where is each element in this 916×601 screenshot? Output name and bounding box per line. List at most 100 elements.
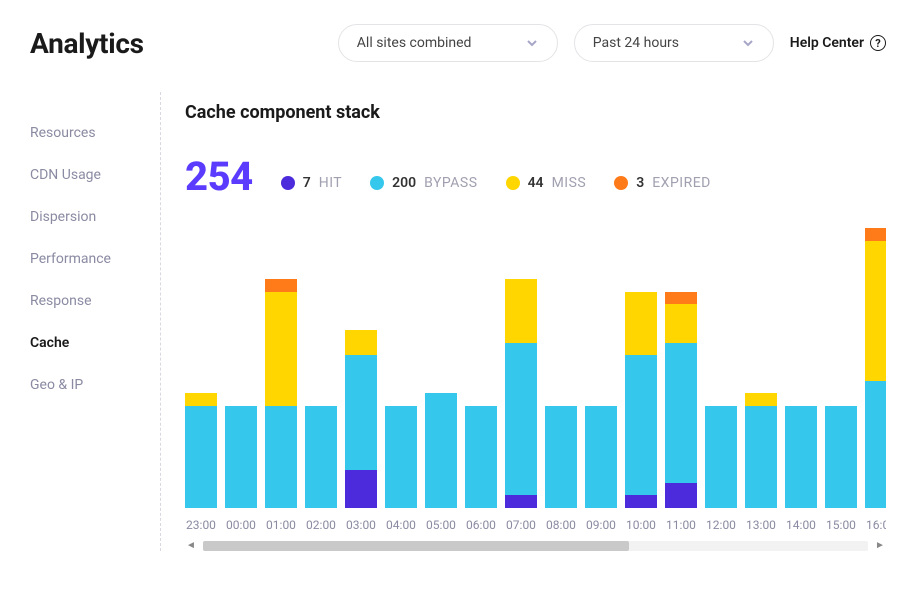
bar-segment-bypass xyxy=(745,406,777,508)
legend-item-miss: 44 MISS xyxy=(506,175,587,191)
xaxis-tick: 00:00 xyxy=(225,518,257,532)
bar-segment-bypass xyxy=(545,406,577,508)
legend-item-expired: 3 EXPIRED xyxy=(614,175,711,191)
help-center-link[interactable]: Help Center ? xyxy=(790,35,886,51)
bar xyxy=(425,393,457,508)
bar-segment-miss xyxy=(865,241,886,381)
legend-value: 7 xyxy=(303,175,311,191)
legend-label: HIT xyxy=(319,175,342,191)
bar xyxy=(625,292,657,508)
bar-segment-bypass xyxy=(825,406,857,508)
bar xyxy=(545,406,577,508)
legend-swatch xyxy=(614,176,628,190)
bar xyxy=(745,393,777,508)
sidebar-item-cache[interactable]: Cache xyxy=(30,322,160,364)
bar xyxy=(705,406,737,508)
bar-segment-bypass xyxy=(345,355,377,470)
bar-segment-bypass xyxy=(225,406,257,508)
chart-xaxis: 23:00 00:00 01:00 02:00 03:00 04:00 05:00 06:00… xyxy=(185,518,886,532)
bar xyxy=(185,393,217,508)
sidebar-item-dispersion[interactable]: Dispersion xyxy=(30,196,160,238)
xaxis-tick: 11:00 xyxy=(665,518,697,532)
bar-segment-bypass xyxy=(785,406,817,508)
legend-label: BYPASS xyxy=(424,175,477,191)
bar-segment-miss xyxy=(665,304,697,342)
scroll-left-icon[interactable]: ◄ xyxy=(185,540,197,551)
scrollbar-thumb[interactable] xyxy=(203,541,629,551)
bar-segment-bypass xyxy=(305,406,337,508)
bar-segment-miss xyxy=(345,330,377,355)
sidebar-item-performance[interactable]: Performance xyxy=(30,238,160,280)
legend-item-bypass: 200 BYPASS xyxy=(370,175,477,191)
bar-segment-miss xyxy=(185,393,217,406)
chart-scroll[interactable]: 23:00 00:00 01:00 02:00 03:00 04:00 05:00 06:00… xyxy=(185,228,886,532)
xaxis-tick: 09:00 xyxy=(585,518,617,532)
xaxis-tick: 06:00 xyxy=(465,518,497,532)
scroll-right-icon[interactable]: ► xyxy=(874,540,886,551)
legend-label: EXPIRED xyxy=(652,175,711,191)
bar-segment-expired xyxy=(665,292,697,305)
bar xyxy=(265,279,297,508)
bar xyxy=(305,406,337,508)
bar-segment-bypass xyxy=(465,406,497,508)
xaxis-tick: 02:00 xyxy=(305,518,337,532)
bar-segment-bypass xyxy=(265,406,297,508)
bar-segment-bypass xyxy=(625,355,657,495)
chart-plot xyxy=(185,228,886,508)
legend-value: 44 xyxy=(528,175,544,191)
page-title: Analytics xyxy=(30,27,144,60)
bar-segment-miss xyxy=(745,393,777,406)
xaxis-tick: 07:00 xyxy=(505,518,537,532)
bar xyxy=(505,279,537,508)
bar xyxy=(585,406,617,508)
xaxis-tick: 08:00 xyxy=(545,518,577,532)
sidebar-item-response[interactable]: Response xyxy=(30,280,160,322)
legend-label: MISS xyxy=(552,175,587,191)
chevron-down-icon xyxy=(525,36,539,50)
help-icon: ? xyxy=(870,35,886,51)
bar xyxy=(825,406,857,508)
xaxis-tick: 23:00 xyxy=(185,518,217,532)
xaxis-tick: 15:00 xyxy=(825,518,857,532)
chart-legend: 7 HIT 200 BYPASS 44 MISS 3 EXPIRED xyxy=(281,175,711,191)
bar xyxy=(225,406,257,508)
xaxis-tick: 12:00 xyxy=(705,518,737,532)
help-center-label: Help Center xyxy=(790,35,864,51)
chart-title: Cache component stack xyxy=(185,102,886,123)
chart-total: 254 xyxy=(185,153,253,200)
bar xyxy=(385,406,417,508)
bar xyxy=(785,406,817,508)
scrollbar-track[interactable] xyxy=(203,541,868,551)
sidebar-item-cdn-usage[interactable]: CDN Usage xyxy=(30,154,160,196)
bar-segment-miss xyxy=(625,292,657,356)
xaxis-tick: 01:00 xyxy=(265,518,297,532)
site-selector[interactable]: All sites combined xyxy=(338,24,558,62)
bar-segment-miss xyxy=(265,292,297,407)
xaxis-tick: 16:00 xyxy=(865,518,886,532)
xaxis-tick: 04:00 xyxy=(385,518,417,532)
range-selector-label: Past 24 hours xyxy=(593,35,679,51)
xaxis-tick: 03:00 xyxy=(345,518,377,532)
xaxis-tick: 10:00 xyxy=(625,518,657,532)
sidebar-item-geo-ip[interactable]: Geo & IP xyxy=(30,364,160,406)
bar-segment-bypass xyxy=(385,406,417,508)
bar-segment-expired xyxy=(265,279,297,292)
sidebar: ResourcesCDN UsageDispersionPerformanceR… xyxy=(30,92,160,551)
sidebar-item-resources[interactable]: Resources xyxy=(30,112,160,154)
xaxis-tick: 14:00 xyxy=(785,518,817,532)
bar-segment-hit xyxy=(625,495,657,508)
bar-segment-bypass xyxy=(185,406,217,508)
xaxis-tick: 05:00 xyxy=(425,518,457,532)
bar xyxy=(465,406,497,508)
bar-segment-bypass xyxy=(865,381,886,508)
legend-swatch xyxy=(506,176,520,190)
bar-segment-bypass xyxy=(705,406,737,508)
horizontal-scrollbar[interactable]: ◄ ► xyxy=(185,540,886,551)
legend-value: 200 xyxy=(392,175,416,191)
bar-segment-hit xyxy=(505,495,537,508)
bar-segment-bypass xyxy=(665,343,697,483)
bar-segment-hit xyxy=(665,483,697,508)
legend-swatch xyxy=(370,176,384,190)
range-selector[interactable]: Past 24 hours xyxy=(574,24,774,62)
legend-value: 3 xyxy=(636,175,644,191)
